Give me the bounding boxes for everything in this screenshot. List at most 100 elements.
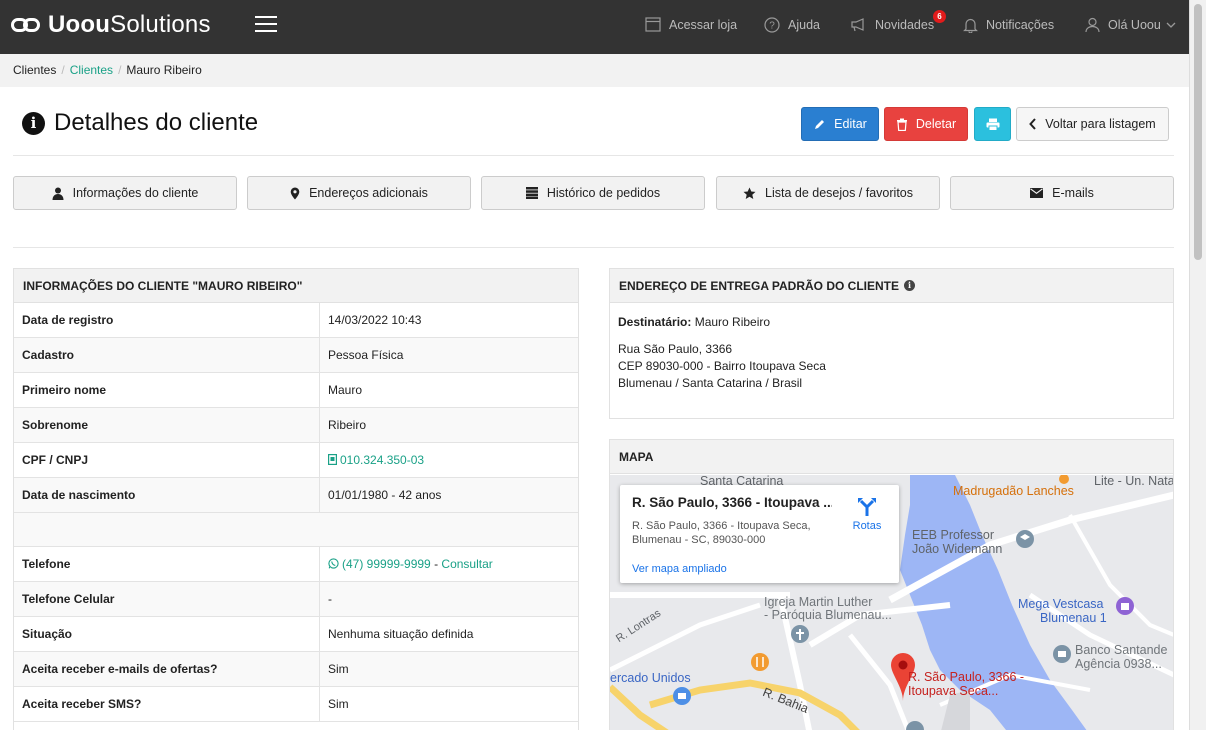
tab-addresses-label: Endereços adicionais: [309, 186, 428, 200]
list-icon: [525, 187, 538, 199]
logo-bold-text: Uoou: [48, 11, 111, 38]
map-label-igreja-1[interactable]: Igreja Martin Luther: [764, 595, 872, 609]
directions-button[interactable]: Rotas: [847, 497, 887, 532]
phone-value: (47) 99999-9999 - Consultar: [320, 557, 493, 571]
bell-icon: [963, 18, 978, 33]
map-label-mega-2[interactable]: Blumenau 1: [1040, 611, 1107, 625]
tab-addresses[interactable]: Endereços adicionais: [247, 176, 471, 210]
map-label-madrugadao[interactable]: Madrugadão Lanches: [953, 484, 1074, 498]
map-label-mega-1[interactable]: Mega Vestcasa: [1018, 597, 1103, 611]
delivery-address-header: ENDEREÇO DE ENTREGA PADRÃO DO CLIENTE i: [610, 269, 1173, 303]
scrollbar-thumb[interactable]: [1194, 4, 1202, 260]
user-icon: [1085, 17, 1100, 33]
consult-link[interactable]: Consultar: [441, 557, 492, 571]
row-value: Ribeiro: [328, 418, 367, 432]
tab-emails[interactable]: E-mails: [950, 176, 1174, 210]
map-info-card: R. São Paulo, 3366 - Itoupava ... R. São…: [620, 485, 899, 583]
row-value: 01/01/1980 - 42 anos: [328, 488, 442, 502]
map-card-address: R. São Paulo, 3366 - Itoupava Seca, Blum…: [632, 520, 811, 546]
nav-notifications[interactable]: Notificações: [963, 17, 1054, 33]
row-key: Aceita receber e-mails de ofertas?: [14, 652, 320, 686]
store-icon: [645, 17, 661, 32]
recipient-label: Destinatário:: [618, 315, 692, 329]
table-row: CPF / CNPJ 010.324.350-03: [14, 443, 578, 478]
row-value: Pessoa Física: [328, 348, 404, 362]
map-label-eeb-1[interactable]: EEB Professor: [912, 528, 994, 542]
phone-link[interactable]: (47) 99999-9999: [342, 557, 431, 571]
row-value: -: [328, 592, 332, 606]
whatsapp-icon[interactable]: [328, 558, 339, 569]
nav-user-label: Olá Uoou: [1108, 18, 1161, 32]
nav-user-menu[interactable]: Olá Uoou: [1085, 17, 1176, 33]
cpf-text: 010.324.350-03: [340, 453, 425, 467]
view-larger-map-link[interactable]: Ver mapa ampliado: [632, 563, 887, 575]
logo[interactable]: UoouSolutions: [11, 10, 211, 40]
table-row: Cadastro Pessoa Física: [14, 338, 578, 373]
breadcrumb-current: Mauro Ribeiro: [126, 63, 202, 77]
row-value: Nenhuma situação definida: [328, 627, 474, 641]
svg-text:?: ?: [769, 21, 775, 32]
map-view[interactable]: Santa Catarina Madrugadão Lanches Lite -…: [610, 475, 1173, 730]
row-value: Mauro: [328, 383, 363, 397]
tab-order-history[interactable]: Histórico de pedidos: [481, 176, 705, 210]
map-label-pin-2[interactable]: Itoupava Seca...: [908, 684, 998, 698]
divider: [13, 155, 1174, 156]
address-line-3: Blumenau / Santa Catarina / Brasil: [618, 376, 803, 390]
printer-icon: [986, 118, 999, 131]
tab-client-info[interactable]: Informações do cliente: [13, 176, 237, 210]
row-key: Aceita receber SMS?: [14, 687, 320, 721]
menu-toggle-icon[interactable]: [255, 16, 277, 34]
map-label-pin-1[interactable]: R. São Paulo, 3366 -: [908, 670, 1024, 684]
address-line-1: Rua São Paulo, 3366: [618, 342, 733, 356]
row-key: Data de nascimento: [14, 478, 320, 512]
edit-button-label: Editar: [834, 117, 867, 131]
nav-news[interactable]: Novidades 6: [850, 10, 946, 32]
map-label-banco-1[interactable]: Banco Santande: [1075, 643, 1167, 657]
address-line-2: CEP 89030-000 - Bairro Itoupava Seca: [618, 359, 826, 373]
document-icon: [328, 454, 338, 466]
info-icon: i: [22, 111, 45, 135]
table-row: Aceita receber SMS? Sim: [14, 687, 578, 722]
nav-help[interactable]: ? Ajuda: [764, 17, 820, 33]
envelope-icon: [1030, 188, 1044, 198]
map-label-eeb-2[interactable]: João Widemann: [912, 542, 1002, 556]
pencil-icon: [815, 119, 825, 129]
back-to-list-button[interactable]: Voltar para listagem: [1016, 107, 1169, 141]
table-row: Telefone Celular -: [14, 582, 578, 617]
map-label-mercado[interactable]: ercado Unidos: [610, 671, 691, 685]
row-value: Sim: [328, 662, 349, 676]
recipient-name: Mauro Ribeiro: [694, 315, 771, 329]
row-key: Situação: [14, 617, 320, 651]
megaphone-icon: [851, 18, 864, 32]
map-card-title: R. São Paulo, 3366 - Itoupava ...: [632, 495, 832, 510]
breadcrumb-clients-link[interactable]: Clientes: [70, 63, 113, 77]
map-label-banco-2[interactable]: Agência 0938...: [1075, 657, 1162, 671]
client-info-panel: INFORMAÇÕES DO CLIENTE "MAURO RIBEIRO" D…: [13, 268, 579, 730]
table-row: Situação Nenhuma situação definida: [14, 617, 578, 652]
client-info-title: INFORMAÇÕES DO CLIENTE "MAURO RIBEIRO": [14, 269, 578, 303]
breadcrumb-root[interactable]: Clientes: [13, 63, 56, 77]
tab-wishlist-label: Lista de desejos / favoritos: [765, 186, 913, 200]
back-button-label: Voltar para listagem: [1045, 117, 1156, 131]
top-navbar: UoouSolutions Acessar loja ? Ajuda Novid…: [0, 0, 1189, 54]
delivery-address-body: Destinatário: Mauro Ribeiro Rua São Paul…: [610, 303, 1173, 403]
info-icon[interactable]: i: [904, 280, 916, 291]
page-scrollbar[interactable]: [1189, 0, 1206, 730]
edit-button[interactable]: Editar: [801, 107, 879, 141]
table-row: Aceita receber e-mails de ofertas? Sim: [14, 652, 578, 687]
cpf-value[interactable]: 010.324.350-03: [320, 453, 424, 467]
help-icon: ?: [764, 17, 780, 33]
user-icon: [52, 187, 64, 200]
delivery-address-title: ENDEREÇO DE ENTREGA PADRÃO DO CLIENTE: [619, 278, 900, 293]
row-key: Telefone Celular: [14, 582, 320, 616]
nav-store-label: Acessar loja: [669, 17, 738, 32]
nav-store[interactable]: Acessar loja: [645, 17, 737, 32]
print-button[interactable]: [974, 107, 1011, 141]
table-row: Data de registro 14/03/2022 10:43: [14, 303, 578, 338]
tab-wishlist[interactable]: Lista de desejos / favoritos: [716, 176, 940, 210]
delivery-address-panel: ENDEREÇO DE ENTREGA PADRÃO DO CLIENTE i …: [609, 268, 1174, 419]
nav-notifications-label: Notificações: [986, 18, 1055, 32]
row-key: CPF / CNPJ: [14, 443, 320, 477]
map-label-igreja-2[interactable]: - Paróquia Blumenau...: [764, 608, 892, 622]
delete-button[interactable]: Deletar: [884, 107, 968, 141]
